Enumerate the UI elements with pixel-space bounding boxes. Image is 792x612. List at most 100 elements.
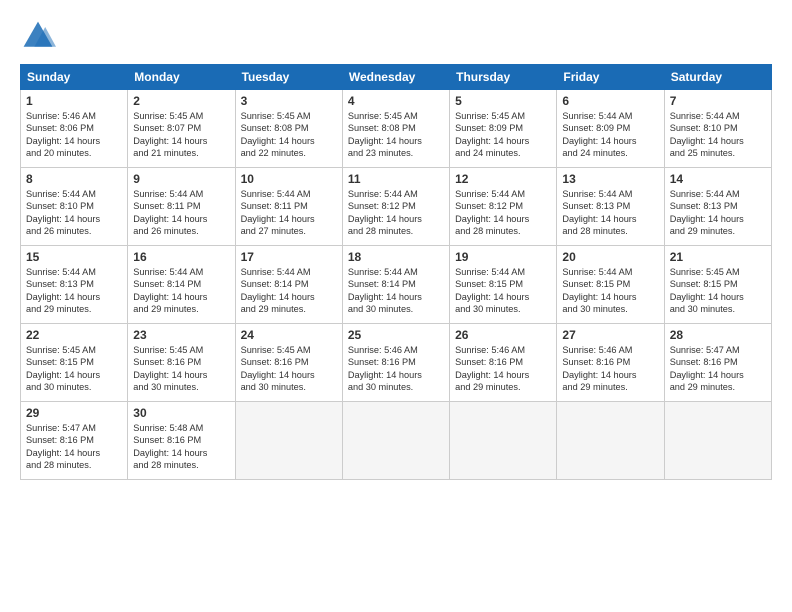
- day-number: 18: [348, 250, 444, 264]
- day-number: 25: [348, 328, 444, 342]
- day-number: 29: [26, 406, 122, 420]
- header-monday: Monday: [128, 65, 235, 90]
- day-cell: 2 Sunrise: 5:45 AM Sunset: 8:07 PM Daylig…: [128, 90, 235, 168]
- day-number: 9: [133, 172, 229, 186]
- day-number: 20: [562, 250, 658, 264]
- day-info: Sunrise: 5:44 AM Sunset: 8:11 PM Dayligh…: [133, 188, 229, 238]
- day-number: 17: [241, 250, 337, 264]
- week-row-4: 22Sunrise: 5:45 AM Sunset: 8:15 PM Dayli…: [21, 324, 772, 402]
- day-info: Sunrise: 5:44 AM Sunset: 8:14 PM Dayligh…: [241, 266, 337, 316]
- calendar-table: SundayMondayTuesdayWednesdayThursdayFrid…: [20, 64, 772, 480]
- day-number: 21: [670, 250, 766, 264]
- day-info: Sunrise: 5:44 AM Sunset: 8:14 PM Dayligh…: [133, 266, 229, 316]
- day-cell: 17 Sunrise: 5:44 AM Sunset: 8:14 PM Dayli…: [235, 246, 342, 324]
- day-number: 4: [348, 94, 444, 108]
- day-number: 27: [562, 328, 658, 342]
- day-cell: 26Sunrise: 5:46 AM Sunset: 8:16 PM Dayli…: [450, 324, 557, 402]
- day-number: 14: [670, 172, 766, 186]
- day-cell: 10 Sunrise: 5:44 AM Sunset: 8:11 PM Dayli…: [235, 168, 342, 246]
- day-cell: 7 Sunrise: 5:44 AM Sunset: 8:10 PM Daylig…: [664, 90, 771, 168]
- calendar-header-row: SundayMondayTuesdayWednesdayThursdayFrid…: [21, 65, 772, 90]
- header-thursday: Thursday: [450, 65, 557, 90]
- day-info: Sunrise: 5:45 AM Sunset: 8:08 PM Dayligh…: [348, 110, 444, 160]
- day-info: Sunrise: 5:46 AM Sunset: 8:06 PM Dayligh…: [26, 110, 122, 160]
- day-cell: 27 Sunrise: 5:46 AM Sunset: 8:16 PM Dayli…: [557, 324, 664, 402]
- day-info: Sunrise: 5:44 AM Sunset: 8:10 PM Dayligh…: [670, 110, 766, 160]
- day-number: 6: [562, 94, 658, 108]
- day-info: Sunrise: 5:45 AM Sunset: 8:16 PM Dayligh…: [241, 344, 337, 394]
- day-number: 22: [26, 328, 122, 342]
- day-cell: 3Sunrise: 5:45 AM Sunset: 8:08 PM Daylig…: [235, 90, 342, 168]
- day-cell: 28 Sunrise: 5:47 AM Sunset: 8:16 PM Dayli…: [664, 324, 771, 402]
- header-sunday: Sunday: [21, 65, 128, 90]
- day-cell: 9 Sunrise: 5:44 AM Sunset: 8:11 PM Daylig…: [128, 168, 235, 246]
- day-number: 10: [241, 172, 337, 186]
- day-cell: 16 Sunrise: 5:44 AM Sunset: 8:14 PM Dayli…: [128, 246, 235, 324]
- day-cell: 14Sunrise: 5:44 AM Sunset: 8:13 PM Dayli…: [664, 168, 771, 246]
- day-cell: 13 Sunrise: 5:44 AM Sunset: 8:13 PM Dayli…: [557, 168, 664, 246]
- day-number: 3: [241, 94, 337, 108]
- day-cell: 12 Sunrise: 5:44 AM Sunset: 8:12 PM Dayli…: [450, 168, 557, 246]
- day-cell: 23Sunrise: 5:45 AM Sunset: 8:16 PM Dayli…: [128, 324, 235, 402]
- header-wednesday: Wednesday: [342, 65, 449, 90]
- day-number: 24: [241, 328, 337, 342]
- day-cell: [450, 402, 557, 480]
- day-number: 30: [133, 406, 229, 420]
- day-cell: 30Sunrise: 5:48 AM Sunset: 8:16 PM Dayli…: [128, 402, 235, 480]
- day-number: 15: [26, 250, 122, 264]
- day-info: Sunrise: 5:44 AM Sunset: 8:15 PM Dayligh…: [455, 266, 551, 316]
- week-row-5: 29 Sunrise: 5:47 AM Sunset: 8:16 PM Dayli…: [21, 402, 772, 480]
- day-info: Sunrise: 5:44 AM Sunset: 8:14 PM Dayligh…: [348, 266, 444, 316]
- day-cell: 1Sunrise: 5:46 AM Sunset: 8:06 PM Daylig…: [21, 90, 128, 168]
- day-info: Sunrise: 5:44 AM Sunset: 8:15 PM Dayligh…: [562, 266, 658, 316]
- day-number: 12: [455, 172, 551, 186]
- page-header: [20, 18, 772, 54]
- day-info: Sunrise: 5:44 AM Sunset: 8:13 PM Dayligh…: [26, 266, 122, 316]
- day-number: 26: [455, 328, 551, 342]
- day-info: Sunrise: 5:45 AM Sunset: 8:15 PM Dayligh…: [670, 266, 766, 316]
- day-info: Sunrise: 5:45 AM Sunset: 8:09 PM Dayligh…: [455, 110, 551, 160]
- day-cell: 24 Sunrise: 5:45 AM Sunset: 8:16 PM Dayli…: [235, 324, 342, 402]
- day-info: Sunrise: 5:47 AM Sunset: 8:16 PM Dayligh…: [26, 422, 122, 472]
- day-number: 19: [455, 250, 551, 264]
- day-cell: 21 Sunrise: 5:45 AM Sunset: 8:15 PM Dayli…: [664, 246, 771, 324]
- day-number: 7: [670, 94, 766, 108]
- day-number: 16: [133, 250, 229, 264]
- day-info: Sunrise: 5:44 AM Sunset: 8:09 PM Dayligh…: [562, 110, 658, 160]
- day-cell: [557, 402, 664, 480]
- logo: [20, 18, 62, 54]
- day-cell: 29 Sunrise: 5:47 AM Sunset: 8:16 PM Dayli…: [21, 402, 128, 480]
- day-cell: 11 Sunrise: 5:44 AM Sunset: 8:12 PM Dayli…: [342, 168, 449, 246]
- day-cell: 25 Sunrise: 5:46 AM Sunset: 8:16 PM Dayli…: [342, 324, 449, 402]
- logo-icon: [20, 18, 56, 54]
- day-number: 11: [348, 172, 444, 186]
- header-tuesday: Tuesday: [235, 65, 342, 90]
- day-cell: 4 Sunrise: 5:45 AM Sunset: 8:08 PM Daylig…: [342, 90, 449, 168]
- week-row-3: 15 Sunrise: 5:44 AM Sunset: 8:13 PM Dayli…: [21, 246, 772, 324]
- day-cell: 6 Sunrise: 5:44 AM Sunset: 8:09 PM Daylig…: [557, 90, 664, 168]
- day-number: 2: [133, 94, 229, 108]
- day-info: Sunrise: 5:44 AM Sunset: 8:10 PM Dayligh…: [26, 188, 122, 238]
- day-info: Sunrise: 5:44 AM Sunset: 8:13 PM Dayligh…: [562, 188, 658, 238]
- day-cell: 22Sunrise: 5:45 AM Sunset: 8:15 PM Dayli…: [21, 324, 128, 402]
- day-info: Sunrise: 5:44 AM Sunset: 8:11 PM Dayligh…: [241, 188, 337, 238]
- header-friday: Friday: [557, 65, 664, 90]
- day-info: Sunrise: 5:44 AM Sunset: 8:12 PM Dayligh…: [348, 188, 444, 238]
- day-cell: [235, 402, 342, 480]
- day-info: Sunrise: 5:47 AM Sunset: 8:16 PM Dayligh…: [670, 344, 766, 394]
- day-info: Sunrise: 5:45 AM Sunset: 8:07 PM Dayligh…: [133, 110, 229, 160]
- day-number: 28: [670, 328, 766, 342]
- day-info: Sunrise: 5:46 AM Sunset: 8:16 PM Dayligh…: [562, 344, 658, 394]
- day-number: 13: [562, 172, 658, 186]
- day-number: 8: [26, 172, 122, 186]
- day-cell: [342, 402, 449, 480]
- calendar-body: 1Sunrise: 5:46 AM Sunset: 8:06 PM Daylig…: [21, 90, 772, 480]
- day-cell: 19 Sunrise: 5:44 AM Sunset: 8:15 PM Dayli…: [450, 246, 557, 324]
- week-row-2: 8 Sunrise: 5:44 AM Sunset: 8:10 PM Daylig…: [21, 168, 772, 246]
- day-number: 5: [455, 94, 551, 108]
- day-info: Sunrise: 5:46 AM Sunset: 8:16 PM Dayligh…: [348, 344, 444, 394]
- day-info: Sunrise: 5:45 AM Sunset: 8:16 PM Dayligh…: [133, 344, 229, 394]
- day-cell: 8 Sunrise: 5:44 AM Sunset: 8:10 PM Daylig…: [21, 168, 128, 246]
- day-info: Sunrise: 5:44 AM Sunset: 8:12 PM Dayligh…: [455, 188, 551, 238]
- week-row-1: 1Sunrise: 5:46 AM Sunset: 8:06 PM Daylig…: [21, 90, 772, 168]
